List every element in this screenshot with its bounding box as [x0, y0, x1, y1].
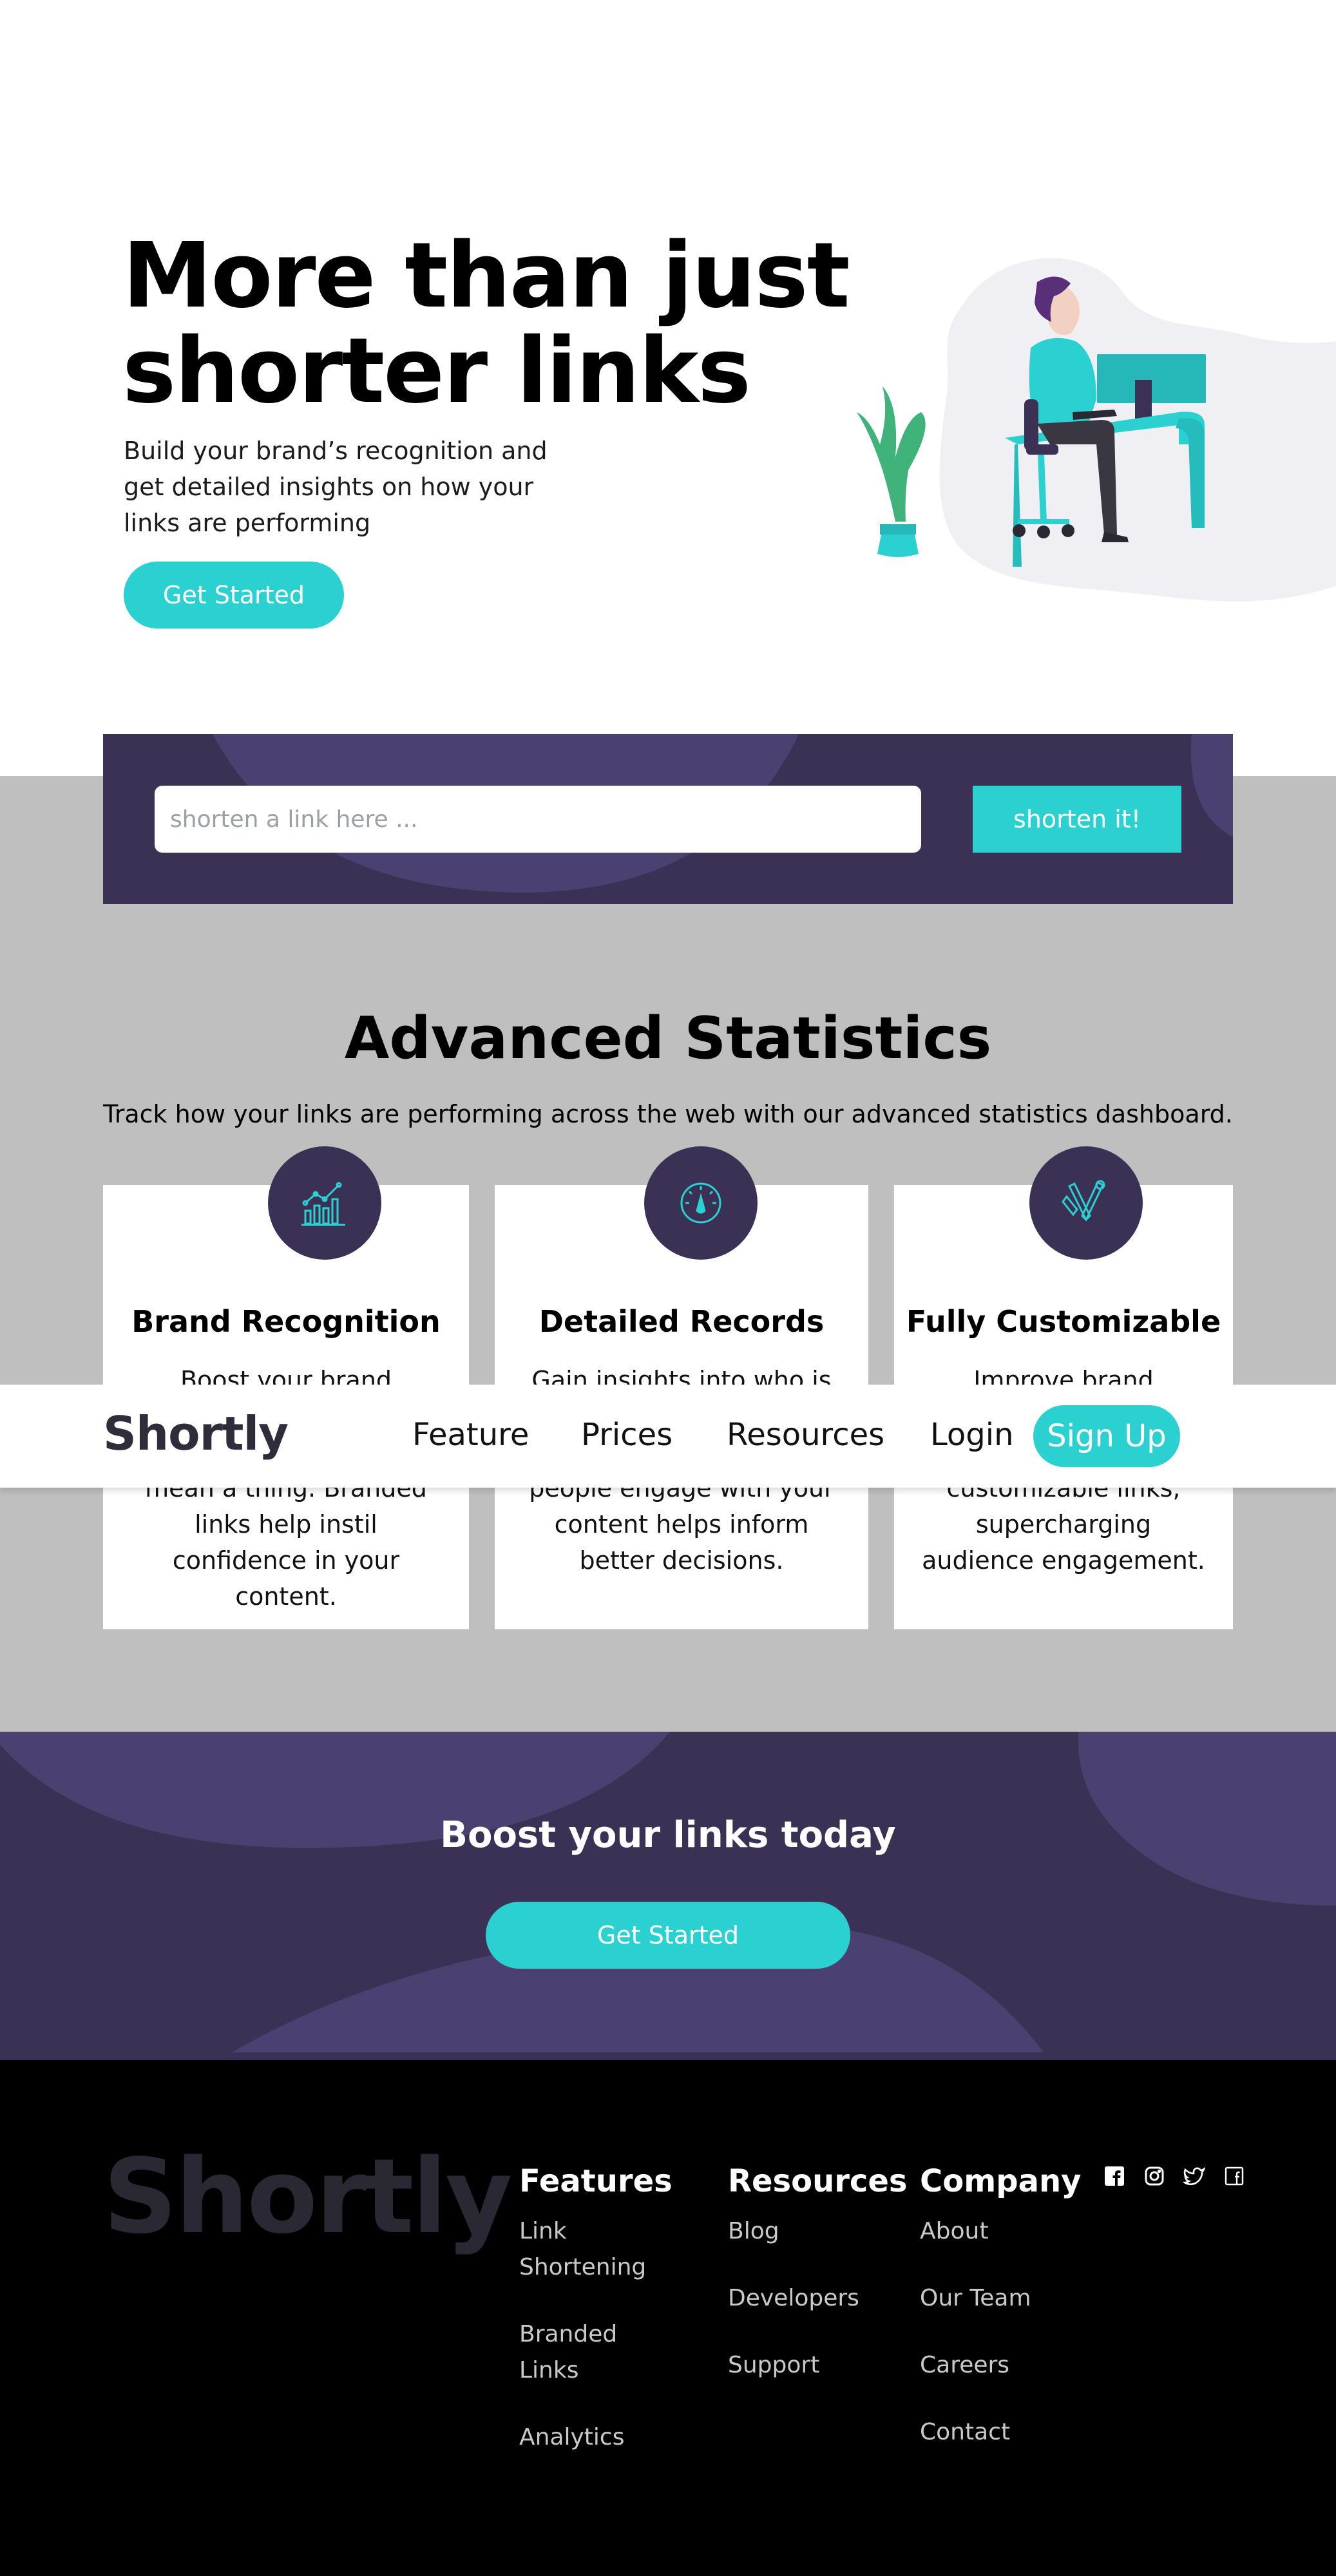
hero-title-line-1: More than just: [122, 223, 850, 328]
footer-link-analytics[interactable]: Analytics: [519, 2420, 661, 2456]
footer-link-about[interactable]: About: [920, 2213, 1087, 2249]
chart-icon: [268, 1146, 381, 1260]
footer-link-link-shortening[interactable]: Link Shortening: [519, 2213, 661, 2286]
gauge-icon: [644, 1146, 758, 1260]
nav-signup-button[interactable]: Sign Up: [1033, 1405, 1180, 1467]
instagram-icon[interactable]: [1143, 2164, 1166, 2188]
footer-column-company: Company About Our Team Careers Contact: [920, 2163, 1087, 2481]
footer-link-branded-links[interactable]: Branded Links: [519, 2316, 661, 2389]
shorten-it-button[interactable]: shorten it!: [973, 786, 1181, 853]
footer-column-resources: Resources Blog Developers Support: [728, 2163, 908, 2414]
card-title: Brand Recognition: [131, 1304, 441, 1339]
top-navbar: Shortly Feature Prices Resources Login S…: [0, 1385, 1336, 1488]
shorten-link-form: shorten it!: [103, 734, 1233, 904]
nav-item-resources[interactable]: Resources: [727, 1417, 884, 1453]
social-links: [1103, 2164, 1246, 2188]
footer-link-blog[interactable]: Blog: [728, 2213, 895, 2249]
boost-get-started-button[interactable]: Get Started: [486, 1902, 850, 1969]
shorten-url-input[interactable]: [155, 786, 921, 853]
twitter-icon[interactable]: [1183, 2164, 1206, 2188]
nav-login-link[interactable]: Login: [930, 1417, 1014, 1453]
nav-item-feature[interactable]: Feature: [412, 1417, 529, 1453]
card-title: Fully Customizable: [906, 1304, 1221, 1339]
boost-background-shapes: [0, 1732, 1336, 2052]
pen-tools-icon: [1029, 1146, 1143, 1260]
hero-title-line-2: shorter links: [122, 319, 751, 424]
footer-link-developers[interactable]: Developers: [728, 2280, 895, 2316]
hero-section: More than just shorter links Build your …: [0, 0, 1336, 776]
person-working-illustration: [857, 258, 1336, 601]
footer-column-features: Features Link Shortening Branded Links A…: [519, 2163, 673, 2486]
hero-subtitle: Build your brand’s recognition and get d…: [124, 437, 548, 537]
nav-logo[interactable]: Shortly: [103, 1406, 289, 1461]
facebook-alt-icon[interactable]: [1223, 2164, 1246, 2188]
footer-link-contact[interactable]: Contact: [920, 2414, 1087, 2450]
footer-logo[interactable]: Shortly: [103, 2136, 513, 2257]
stats-subtitle: Track how your links are performing acro…: [103, 1100, 1233, 1128]
nav-item-prices[interactable]: Prices: [581, 1417, 673, 1453]
footer-heading: Company: [920, 2163, 1082, 2199]
footer-link-our-team[interactable]: Our Team: [920, 2280, 1087, 2316]
footer-heading: Features: [519, 2163, 673, 2199]
stats-title: Advanced Statistics: [344, 1005, 992, 1072]
facebook-icon[interactable]: [1103, 2164, 1126, 2188]
footer-heading: Resources: [728, 2163, 908, 2199]
footer-link-support[interactable]: Support: [728, 2347, 895, 2383]
hero-get-started-button[interactable]: Get Started: [124, 562, 344, 629]
boost-title: Boost your links today: [440, 1814, 896, 1856]
footer-link-careers[interactable]: Careers: [920, 2347, 1087, 2383]
hero-title: More than just shorter links: [122, 229, 895, 419]
card-title: Detailed Records: [539, 1304, 825, 1339]
boost-section: Boost your links today Get Started: [0, 1732, 1336, 2060]
footer: Shortly Features Link Shortening Branded…: [0, 2060, 1336, 2576]
